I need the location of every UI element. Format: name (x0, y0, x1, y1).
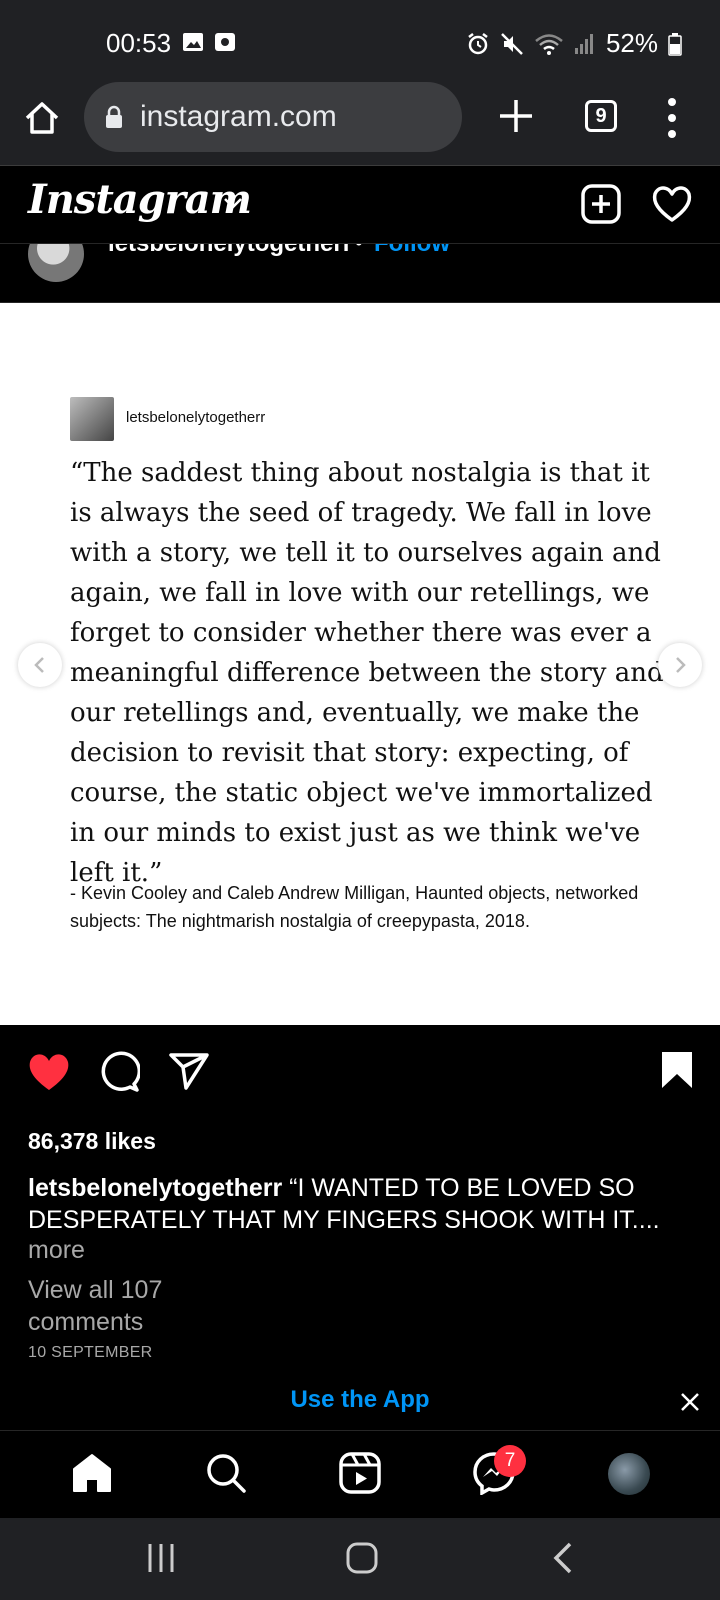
tab-switcher-button[interactable]: 9 (585, 100, 617, 132)
mute-icon (501, 32, 523, 55)
home-circle-icon[interactable] (344, 1540, 380, 1576)
chevron-left-icon (34, 657, 44, 673)
carousel-next-button[interactable] (658, 643, 702, 687)
new-tab-icon[interactable] (496, 96, 536, 136)
caption: letsbelonelytogetherr “I WANTED TO BE LO… (28, 1172, 678, 1236)
status-time: 00:53 (106, 28, 172, 58)
search-icon[interactable] (204, 1451, 248, 1495)
battery-percent: 52% (605, 28, 658, 58)
caption-username[interactable]: letsbelonelytogetherr (28, 1174, 282, 1202)
carousel-prev-button[interactable] (18, 643, 62, 687)
close-icon[interactable] (680, 1392, 700, 1412)
instagram-header: Instagram (0, 166, 720, 244)
activity-heart-icon[interactable] (650, 182, 694, 226)
battery-icon (668, 32, 682, 56)
instagram-bottom-nav: 7 (0, 1430, 720, 1518)
quote-text: “The saddest thing about nostalgia is th… (70, 458, 664, 888)
caption-more-link[interactable]: more (28, 1236, 85, 1265)
messages-badge: 7 (494, 1445, 526, 1477)
back-icon[interactable] (550, 1540, 576, 1576)
likes-count[interactable]: 86,378 likes (28, 1128, 156, 1155)
wifi-icon (535, 33, 563, 55)
view-comments-link[interactable]: View all 107 comments (28, 1274, 228, 1338)
quote-avatar (70, 397, 114, 441)
reels-icon[interactable] (338, 1451, 382, 1495)
browser-toolbar: instagram.com 9 (0, 82, 720, 166)
screen-record-icon (215, 33, 235, 51)
post-date: 10 SEPTEMBER (28, 1344, 153, 1361)
home-feed-icon[interactable] (70, 1451, 114, 1495)
status-bar: 00:53 52% (0, 0, 720, 82)
save-bookmark-icon[interactable] (660, 1050, 694, 1090)
signal-icon (574, 33, 593, 54)
lock-icon (106, 105, 122, 128)
post-actions (0, 1050, 720, 1100)
more-vert-icon[interactable] (662, 96, 682, 140)
new-post-icon[interactable] (581, 184, 621, 224)
android-nav-bar (0, 1518, 720, 1600)
gallery-icon (183, 33, 203, 51)
home-icon[interactable] (22, 98, 62, 138)
post-image[interactable]: letsbelonelytogetherr “The saddest thing… (0, 303, 720, 1025)
alarm-icon (468, 32, 488, 54)
quote-citation: - Kevin Cooley and Caleb Andrew Milligan… (70, 883, 639, 931)
quote-username: letsbelonelytogetherr (126, 409, 266, 426)
address-bar[interactable]: instagram.com (84, 82, 462, 152)
like-heart-icon[interactable] (26, 1050, 72, 1094)
status-right: 52% (466, 28, 682, 59)
recent-apps-icon[interactable] (146, 1540, 176, 1576)
chevron-right-icon (676, 657, 686, 673)
profile-avatar[interactable] (608, 1453, 650, 1495)
instagram-logo[interactable]: Instagram (28, 176, 252, 223)
comment-icon[interactable] (98, 1050, 140, 1092)
chevron-down-icon[interactable] (222, 192, 244, 214)
share-send-icon[interactable] (168, 1050, 210, 1092)
use-app-banner: Use the App (0, 1376, 720, 1430)
use-app-link[interactable]: Use the App (0, 1386, 720, 1414)
url-text: instagram.com (140, 100, 337, 133)
